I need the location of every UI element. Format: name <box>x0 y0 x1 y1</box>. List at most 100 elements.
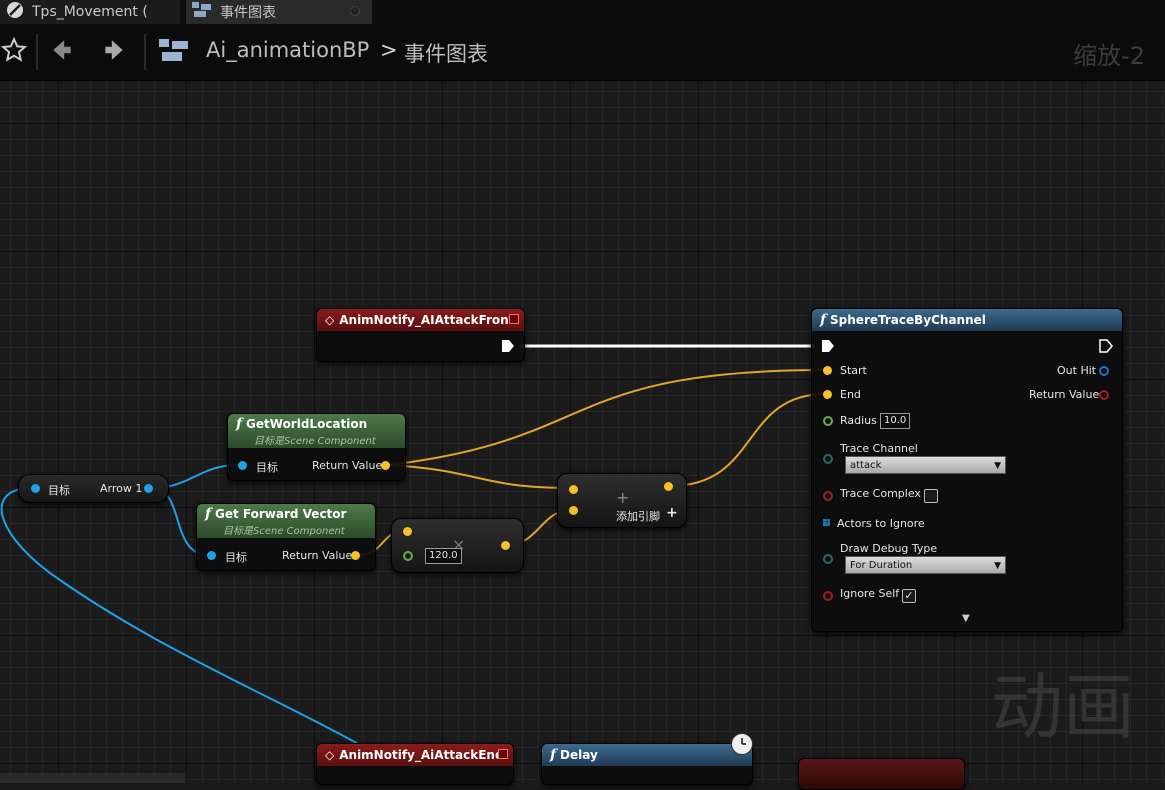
return-value-label: Return Value <box>1029 388 1100 401</box>
delegate-pin-icon[interactable] <box>509 314 519 324</box>
node-title: SphereTraceByChannel <box>830 313 986 327</box>
trace-channel-label: Trace Channel <box>840 442 918 455</box>
multiply-b-pin[interactable] <box>403 551 413 561</box>
target-label: 目标 <box>256 461 278 474</box>
return-value-label: Return Value <box>282 549 353 562</box>
node-header: ◇ AnimNotify_AIAttackFront <box>317 309 524 331</box>
variable-name: Arrow 1 <box>100 482 143 495</box>
favorite-star-icon[interactable] <box>0 30 34 70</box>
sphere-trace-node[interactable]: f SphereTraceByChannel Start Out Hit End… <box>811 308 1123 632</box>
ignore-self-checkbox[interactable]: ✓ <box>902 589 916 603</box>
subtitle-class: Scene Component <box>253 526 345 537</box>
tab-bar: Tps_Movement ( 事件图表 <box>0 0 1165 24</box>
target-pin[interactable] <box>238 461 247 470</box>
subtitle-class: Scene Component <box>284 436 376 447</box>
radius-pin[interactable] <box>823 416 833 426</box>
trace-channel-pin[interactable] <box>823 454 833 464</box>
node-subtitle: 目标是Scene Component <box>205 522 375 537</box>
arrow-variable-node[interactable]: 目标 Arrow 1 <box>18 474 169 503</box>
return-value-pin[interactable] <box>381 461 390 470</box>
add-pin-label[interactable]: 添加引脚 <box>616 508 660 524</box>
node-header: f SphereTraceByChannel <box>812 309 1122 331</box>
tab-label: Tps_Movement ( <box>32 4 148 20</box>
dropdown-arrow-icon: ▼ <box>994 461 1001 471</box>
tab-event-graph[interactable]: 事件图表 <box>186 0 372 24</box>
breadcrumb-separator: > <box>380 38 398 62</box>
tab-label: 事件图表 <box>220 5 276 21</box>
graph-icon <box>192 2 212 22</box>
draw-debug-dropdown[interactable]: For Duration ▼ <box>845 556 1006 574</box>
start-pin[interactable] <box>823 366 832 375</box>
return-value-pin[interactable] <box>351 551 360 560</box>
graph-icon <box>154 30 194 70</box>
blueprint-icon <box>6 1 24 23</box>
forward-arrow-icon[interactable] <box>94 30 134 70</box>
end-pin[interactable] <box>823 390 832 399</box>
close-tab-icon[interactable] <box>350 6 360 16</box>
dropdown-arrow-icon: ▼ <box>994 561 1001 571</box>
draw-debug-value: For Duration <box>850 560 913 571</box>
trace-channel-value: attack <box>850 460 882 471</box>
exec-out-pin-icon[interactable] <box>501 339 515 353</box>
variable-out-pin[interactable] <box>144 484 153 493</box>
exec-out-pin-icon[interactable] <box>1099 339 1113 353</box>
actors-to-ignore-label: Actors to Ignore <box>837 517 925 530</box>
node-title: AnimNotify_AIAttackFront <box>339 313 515 327</box>
out-hit-pin[interactable] <box>1099 366 1109 376</box>
add-a-pin[interactable] <box>569 485 578 494</box>
out-hit-label: Out Hit <box>1057 364 1097 377</box>
add-node[interactable]: + 添加引脚 + <box>557 473 687 528</box>
return-value-pin[interactable] <box>1099 390 1109 400</box>
trace-channel-dropdown[interactable]: attack ▼ <box>845 456 1006 474</box>
node-header: f GetWorldLocation 目标是Scene Component <box>228 414 405 448</box>
multiply-a-pin[interactable] <box>403 527 412 536</box>
add-out-pin[interactable] <box>664 482 673 491</box>
toolbar-separator <box>144 34 146 70</box>
node-title: GetWorldLocation <box>246 417 368 431</box>
multiply-out-pin[interactable] <box>501 541 510 550</box>
subtitle-prefix: 目标是 <box>254 436 284 447</box>
node-title: AnimNotify_AiAttackEnd <box>339 748 504 762</box>
back-arrow-icon[interactable] <box>42 30 82 70</box>
anim-notify-end-node[interactable]: ◇ AnimNotify_AiAttackEnd <box>316 743 514 785</box>
function-icon: f <box>205 506 212 522</box>
array-pin-icon[interactable]: ▦ <box>822 518 832 528</box>
multiply-value-input[interactable]: 120.0 <box>425 548 462 564</box>
graph-toolbar: Ai_animationBP > 事件图表 缩放-2 <box>0 24 1165 81</box>
add-pin-plus-icon[interactable]: + <box>666 505 678 521</box>
radius-input[interactable]: 10.0 <box>880 413 911 429</box>
tab-tps-movement[interactable]: Tps_Movement ( <box>0 0 180 24</box>
bottom-panel-tab[interactable] <box>0 773 185 783</box>
node-subtitle: 目标是Scene Component <box>236 432 405 447</box>
breadcrumb-graph[interactable]: 事件图表 <box>404 38 488 68</box>
draw-debug-pin[interactable] <box>823 554 833 564</box>
multiply-node[interactable]: × 120.0 <box>391 518 524 573</box>
partial-event-node[interactable] <box>798 758 965 790</box>
clock-icon <box>731 733 753 755</box>
delegate-pin-icon[interactable] <box>498 749 508 759</box>
add-b-pin[interactable] <box>569 506 578 515</box>
anim-notify-front-node[interactable]: ◇ AnimNotify_AIAttackFront <box>316 308 525 362</box>
target-label: 目标 <box>225 551 247 564</box>
expand-arrow-icon[interactable]: ▼ <box>962 613 970 624</box>
trace-complex-pin[interactable] <box>823 491 833 501</box>
radius-label: Radius <box>840 414 877 427</box>
event-diamond-icon: ◇ <box>325 313 335 327</box>
event-diamond-icon: ◇ <box>325 748 335 762</box>
trace-complex-checkbox[interactable] <box>924 489 938 503</box>
delay-node[interactable]: f Delay <box>541 743 753 785</box>
target-pin[interactable] <box>207 551 216 560</box>
breadcrumb-blueprint[interactable]: Ai_animationBP <box>206 38 369 62</box>
trace-complex-label: Trace Complex <box>840 487 921 500</box>
draw-debug-label: Draw Debug Type <box>840 542 938 555</box>
add-operator: + <box>616 488 630 507</box>
exec-in-pin-icon[interactable] <box>821 339 835 353</box>
function-icon: f <box>550 747 557 763</box>
target-pin[interactable] <box>31 484 40 493</box>
ignore-self-pin[interactable] <box>823 591 833 601</box>
function-icon: f <box>236 416 243 432</box>
start-label: Start <box>840 364 867 377</box>
graph-type-watermark: 动画 <box>990 665 1135 749</box>
get-forward-vector-node[interactable]: f Get Forward Vector 目标是Scene Component 目… <box>196 503 376 571</box>
get-world-location-node[interactable]: f GetWorldLocation 目标是Scene Component 目标 … <box>227 413 406 481</box>
